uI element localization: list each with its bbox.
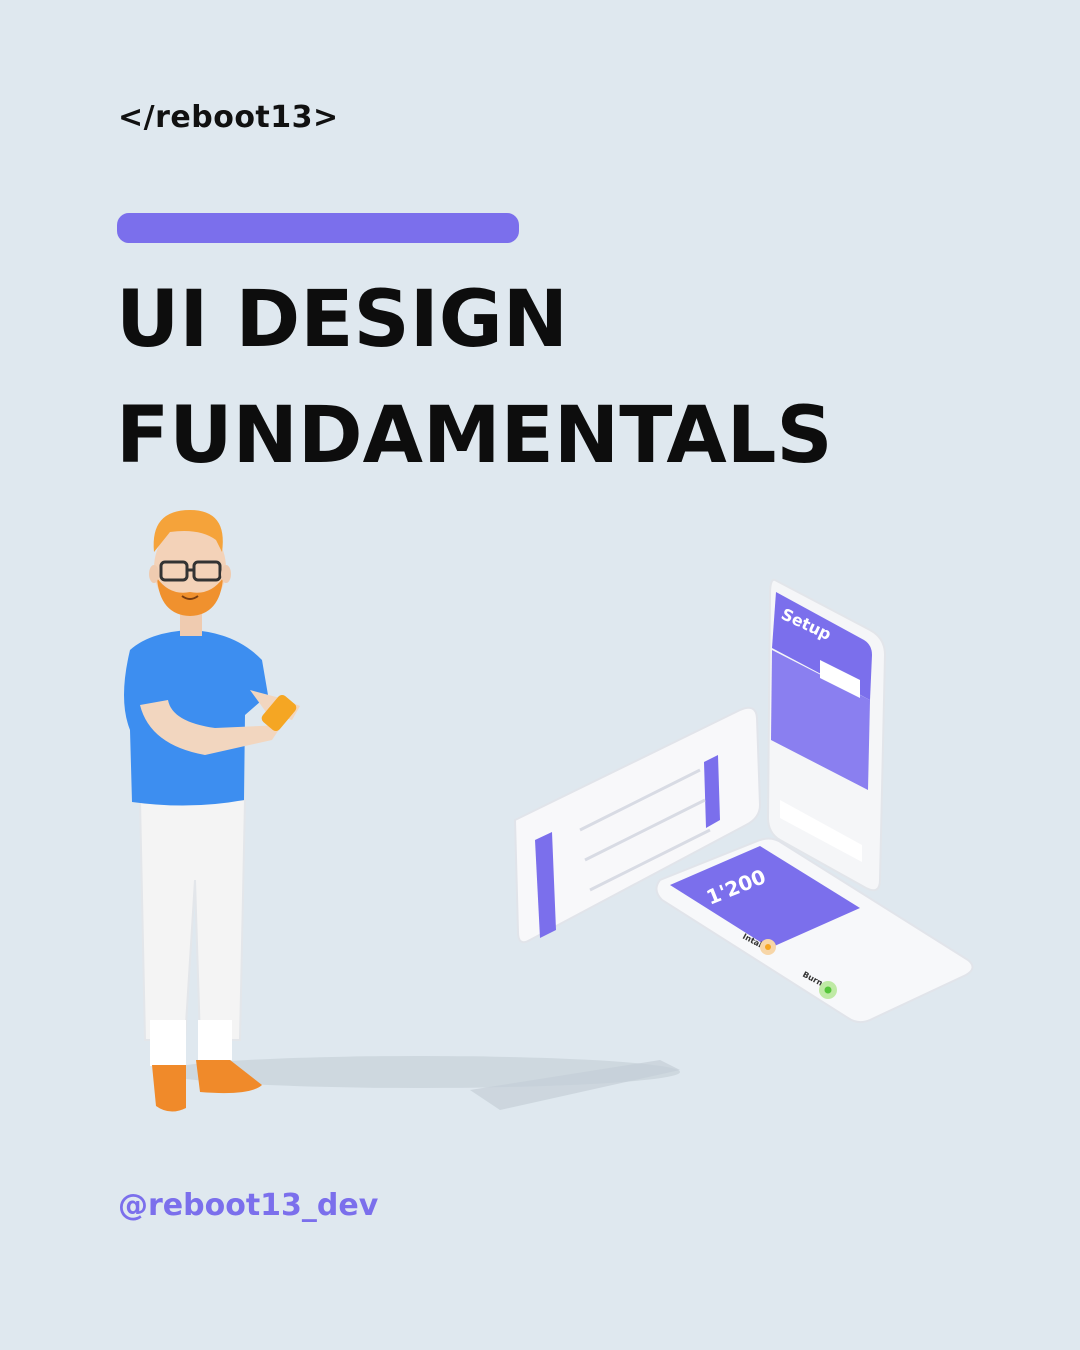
title-line-2: FUNDAMENTALS [116,391,833,481]
social-handle[interactable]: @reboot13_dev [118,1188,378,1223]
phone-dashboard-flat: 1'200 Intake Burned [655,837,974,1024]
logo-text: </reboot13> [118,100,339,135]
phone-setup-upright: Setup [766,578,887,892]
accent-bar [117,213,519,243]
person-illustration [124,510,300,1112]
hero-illustration: Setup 1'200 Intake Burned [124,510,974,1112]
title-line-1: UI DESIGN [116,275,569,365]
phone-mockup-illustration: Setup 1'200 Intake Burned [513,578,974,1024]
page-title: UI DESIGN FUNDAMENTALS [116,262,833,494]
